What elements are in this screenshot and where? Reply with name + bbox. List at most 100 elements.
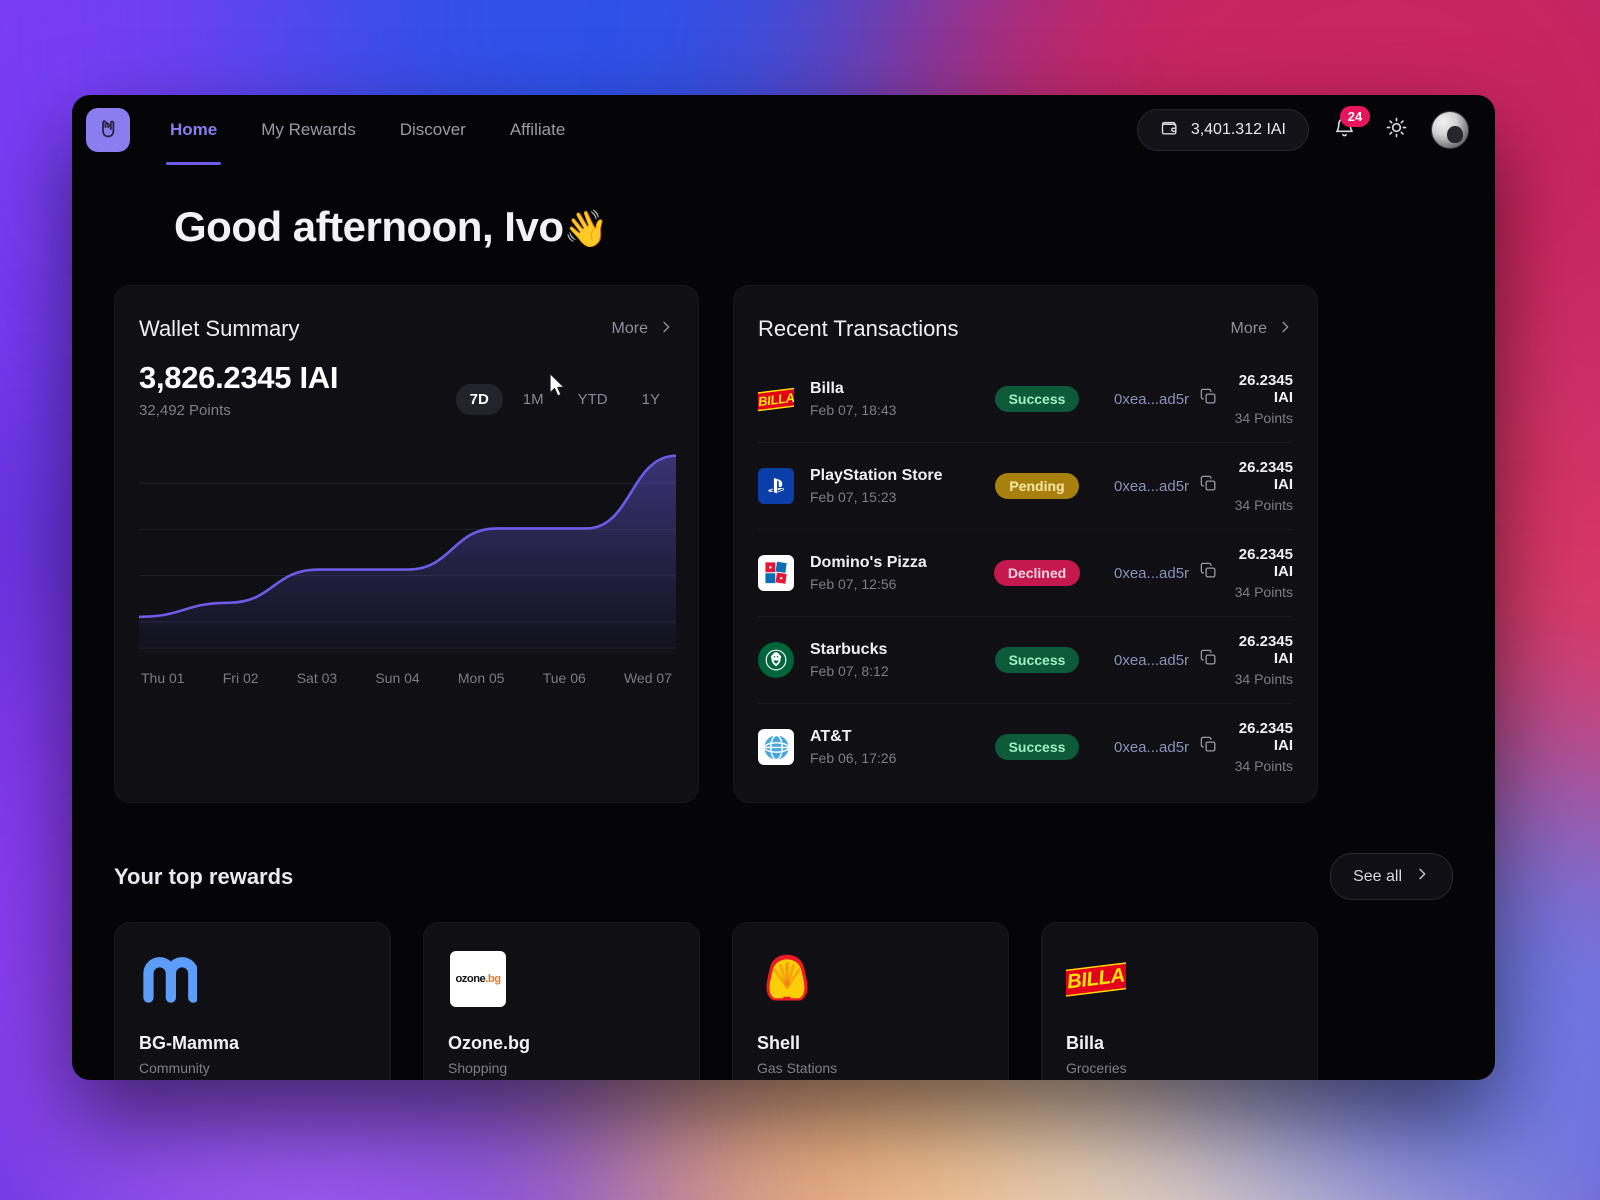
status-badge: Pending <box>995 473 1079 499</box>
nav-item-home[interactable]: Home <box>148 95 239 165</box>
page-content: Good afternoon, Ivo👋 Wallet Summary More <box>72 203 1495 1080</box>
transaction-status-cell: Success <box>978 386 1096 412</box>
transaction-date: Feb 06, 17:26 <box>810 750 897 766</box>
wallet-balance-row: 3,826.2345 IAI 32,492 Points 7D 1M YTD 1… <box>139 342 674 419</box>
transaction-hash-cell: 0xea...ad5r <box>1114 387 1234 411</box>
status-badge: Success <box>994 734 1080 760</box>
starbucks-logo <box>758 642 794 678</box>
reward-card[interactable]: BILLABillaGroceriesLet's go bananas!71Po… <box>1041 922 1318 1080</box>
range-tab-1y[interactable]: 1Y <box>628 384 674 415</box>
transaction-points: 34 Points <box>1234 671 1293 687</box>
reward-card[interactable]: ShellGas StationsShell Club Smart Card82… <box>732 922 1009 1080</box>
transaction-hash-cell: 0xea...ad5r <box>1114 561 1234 585</box>
x-axis-tick-label: Wed 07 <box>623 670 672 686</box>
copy-icon[interactable] <box>1199 735 1218 759</box>
user-avatar[interactable] <box>1431 111 1469 149</box>
wallet-more-link[interactable]: More <box>612 319 674 340</box>
x-axis-tick-label: Tue 06 <box>542 670 586 686</box>
transaction-hash: 0xea...ad5r <box>1114 564 1190 582</box>
nav-label: Affiliate <box>509 120 566 139</box>
transaction-row[interactable]: PlayStation Store Feb 07, 15:23 Pending 0xe… <box>758 442 1293 529</box>
transaction-status-cell: Success <box>978 647 1096 673</box>
rewards-title: Your top rewards <box>114 863 294 889</box>
copy-icon[interactable] <box>1199 561 1218 585</box>
app-logo[interactable] <box>86 108 130 152</box>
transaction-hash-cell: 0xea...ad5r <box>1114 735 1234 759</box>
chevron-right-icon <box>1414 866 1430 887</box>
transaction-amount: 26.2345 IAI <box>1238 459 1293 493</box>
range-tab-ytd[interactable]: YTD <box>564 384 622 415</box>
transaction-brand-logo <box>758 468 794 504</box>
transactions-more-link[interactable]: More <box>1231 319 1293 340</box>
wallet-points-value: 32,492 Points <box>139 402 231 419</box>
range-tab-7d[interactable]: 7D <box>455 384 503 415</box>
wallet-balance-button[interactable]: 3,401.312 IAI <box>1136 109 1309 151</box>
app-window: Home My Rewards Discover Affiliate 3,401… <box>72 95 1495 1080</box>
status-badge: Success <box>994 647 1080 673</box>
transaction-hash: 0xea...ad5r <box>1114 390 1190 408</box>
transaction-status-cell: Declined <box>978 560 1096 586</box>
x-axis-tick-label: Sat 03 <box>296 670 338 686</box>
transaction-amount: 26.2345 IAI <box>1238 720 1293 754</box>
reward-card[interactable]: ozone.bgOzone.bgShoppingWhere the nerds … <box>423 922 700 1080</box>
transaction-hash: 0xea...ad5r <box>1114 477 1190 495</box>
reward-brand-logo <box>139 949 199 1009</box>
transaction-status-cell: Pending <box>978 473 1096 499</box>
reward-brand-name: Billa <box>1066 1033 1105 1053</box>
wallet-card-header: Wallet Summary More <box>139 316 674 342</box>
nav-item-my-rewards[interactable]: My Rewards <box>239 95 377 165</box>
transactions-card-title: Recent Transactions <box>758 316 959 341</box>
transaction-points: 34 Points <box>1234 584 1293 600</box>
top-navigation-bar: Home My Rewards Discover Affiliate 3,401… <box>72 95 1495 165</box>
transaction-brand-name: AT&T <box>810 728 852 745</box>
transaction-brand-name: Billa <box>810 380 844 397</box>
nav-item-affiliate[interactable]: Affiliate <box>488 95 587 165</box>
theme-toggle-button[interactable] <box>1379 113 1413 147</box>
more-label: More <box>611 320 648 337</box>
transactions-list: BILLA Billa Feb 07, 18:43 Success 0xea...ad5… <box>758 356 1293 790</box>
wallet-balance-value: 3,826.2345 IAI <box>139 360 339 395</box>
reward-brand-logo: BILLA <box>1066 949 1126 1009</box>
billa-logo: BILLA <box>1066 961 1126 997</box>
transactions-card-header: Recent Transactions More <box>758 316 1293 342</box>
reward-brand-name: Shell <box>757 1033 801 1053</box>
recent-transactions-card: Recent Transactions More BILLA Billa Feb 0… <box>733 285 1318 803</box>
transaction-amount-cell: 26.2345 IAI 34 Points <box>1234 546 1293 600</box>
transaction-row[interactable]: Starbucks Feb 07, 8:12 Success 0xea...ad5r 2… <box>758 616 1293 703</box>
transaction-row[interactable]: AT&T Feb 06, 17:26 Success 0xea...ad5r 26.23… <box>758 703 1293 790</box>
copy-icon[interactable] <box>1199 387 1218 411</box>
transaction-brand-logo <box>758 555 794 591</box>
chart-svg <box>137 454 678 654</box>
transaction-hash: 0xea...ad5r <box>1114 738 1190 756</box>
wallet-area-chart: Thu 01 Fri 02 Sat 03 Sun 04 Mon 05 Tue 06 Wed … <box>137 439 678 686</box>
nav-label: My Rewards <box>261 120 356 139</box>
nav-item-discover[interactable]: Discover <box>378 95 488 165</box>
wallet-summary-card: Wallet Summary More 3,826.2345 IAI 32,49… <box>114 285 699 803</box>
transaction-date: Feb 07, 12:56 <box>810 576 897 592</box>
transaction-amount: 26.2345 IAI <box>1238 633 1293 667</box>
transaction-hash-cell: 0xea...ad5r <box>1114 474 1234 498</box>
transaction-info: Domino's Pizza Feb 07, 12:56 <box>810 554 978 592</box>
range-tab-1m[interactable]: 1M <box>509 384 558 415</box>
transaction-info: Starbucks Feb 07, 8:12 <box>810 641 978 679</box>
transaction-brand-name: Starbucks <box>810 641 888 658</box>
dominos-logo <box>758 555 794 591</box>
wallet-balance-text: 3,401.312 IAI <box>1190 121 1286 138</box>
page-title: Good afternoon, Ivo👋 <box>174 203 1453 251</box>
x-axis-tick-label: Sun 04 <box>375 670 420 686</box>
notifications-button[interactable]: 24 <box>1327 106 1370 147</box>
x-axis-tick-label: Thu 01 <box>141 670 185 686</box>
transaction-amount: 26.2345 IAI <box>1238 372 1293 406</box>
copy-icon[interactable] <box>1199 474 1218 498</box>
transaction-date: Feb 07, 15:23 <box>810 489 897 505</box>
reward-category: Gas Stations <box>757 1060 838 1076</box>
nav-label: Home <box>170 120 218 139</box>
reward-card[interactable]: BG-MammaCommunityMammas union!23,190Poin… <box>114 922 391 1080</box>
transaction-row[interactable]: Domino's Pizza Feb 07, 12:56 Declined 0xea.… <box>758 529 1293 616</box>
copy-icon[interactable] <box>1199 648 1218 672</box>
transaction-row[interactable]: BILLA Billa Feb 07, 18:43 Success 0xea...ad5… <box>758 356 1293 442</box>
x-axis-tick-label: Mon 05 <box>457 670 505 686</box>
see-all-rewards-button[interactable]: See all <box>1330 853 1453 900</box>
rewards-grid: BG-MammaCommunityMammas union!23,190Poin… <box>114 922 1453 1080</box>
transaction-hash: 0xea...ad5r <box>1114 651 1190 669</box>
